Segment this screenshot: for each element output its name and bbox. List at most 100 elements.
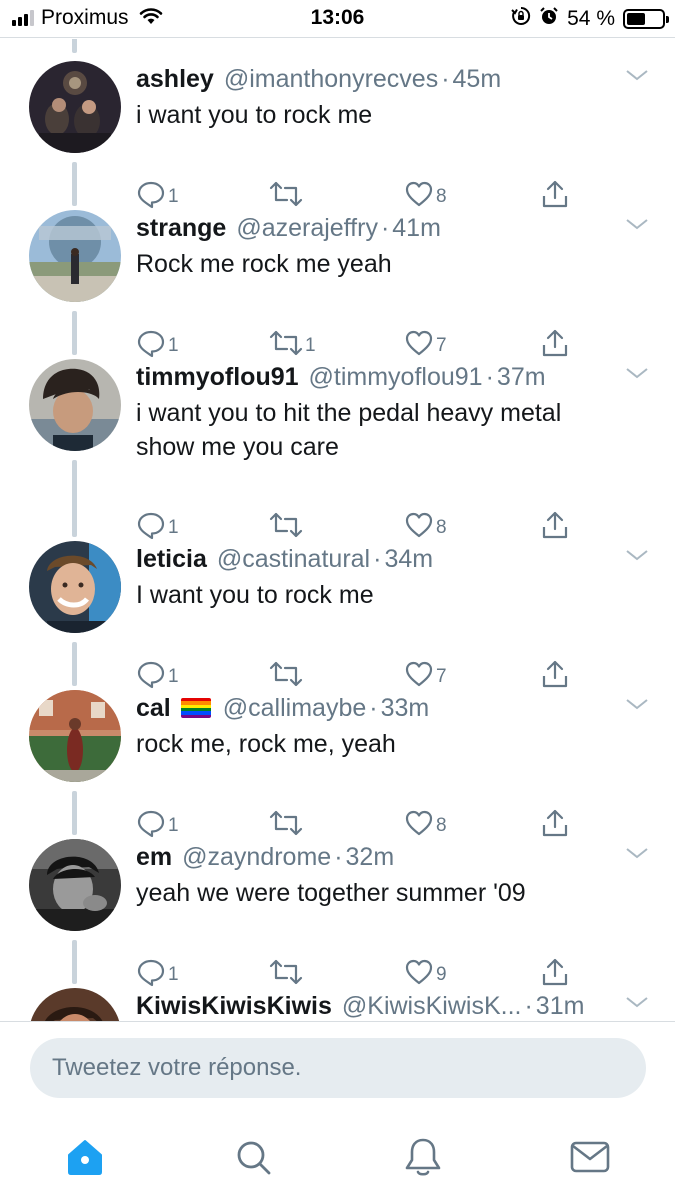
user-handle[interactable]: @imanthonyrecves	[224, 65, 438, 94]
tweet-text: i want you to hit the pedal heavy metal …	[136, 396, 636, 464]
user-name[interactable]: cal	[136, 694, 171, 723]
share-icon	[540, 510, 570, 545]
heart-icon	[404, 179, 434, 214]
avatar[interactable]	[29, 61, 121, 153]
chevron-down-icon[interactable]	[624, 696, 650, 717]
heart-icon	[404, 328, 434, 363]
share-button[interactable]	[540, 328, 570, 363]
share-icon	[540, 179, 570, 214]
user-handle[interactable]: @zayndrome	[182, 843, 331, 872]
reply-count: 1	[168, 516, 179, 538]
tab-messages[interactable]	[566, 1135, 614, 1183]
user-name[interactable]: timmyoflou91	[136, 363, 299, 392]
tweet-actions: 1 8	[136, 179, 576, 211]
share-icon	[540, 808, 570, 843]
share-button[interactable]	[540, 808, 570, 843]
notifications-icon	[403, 1136, 443, 1183]
chevron-down-icon[interactable]	[624, 994, 650, 1015]
avatar[interactable]	[29, 359, 121, 451]
chevron-down-icon[interactable]	[624, 845, 650, 866]
user-handle[interactable]: @timmyoflou91	[309, 363, 483, 392]
separator-dot: ·	[334, 842, 343, 871]
retweet-button[interactable]	[269, 179, 305, 214]
retweet-button[interactable]: 1	[269, 328, 316, 363]
retweet-button[interactable]	[269, 659, 305, 694]
tab-search[interactable]	[229, 1135, 277, 1183]
thread-line	[72, 791, 77, 835]
like-count: 8	[436, 516, 447, 538]
like-count: 7	[436, 665, 447, 687]
reply-button[interactable]: 1	[136, 957, 179, 992]
tweet-text: rock me, rock me, yeah	[136, 730, 396, 758]
retweet-button[interactable]	[269, 808, 305, 843]
avatar[interactable]	[29, 988, 121, 1021]
thread-line	[72, 39, 77, 53]
heart-icon	[404, 957, 434, 992]
reply-button[interactable]: 1	[136, 510, 179, 545]
reply-icon	[136, 659, 166, 694]
avatar[interactable]	[29, 541, 121, 633]
tweet-text: yeah we were together summer '09	[136, 879, 526, 907]
tab-bar	[0, 1117, 675, 1200]
thread-line	[72, 642, 77, 686]
like-button[interactable]: 8	[404, 808, 447, 843]
share-button[interactable]	[540, 179, 570, 214]
share-icon	[540, 957, 570, 992]
reply-button[interactable]: 1	[136, 179, 179, 214]
tweet-text: i want you to rock me	[136, 101, 373, 129]
like-button[interactable]: 7	[404, 659, 447, 694]
avatar[interactable]	[29, 210, 121, 302]
user-handle[interactable]: @castinatural	[217, 545, 370, 574]
user-handle[interactable]: @KiwisKiwisK...	[342, 992, 522, 1021]
share-button[interactable]	[540, 659, 570, 694]
tweet-actions: 1 1 7	[136, 328, 576, 360]
reply-button[interactable]: 1	[136, 808, 179, 843]
user-name[interactable]: KiwisKiwisKiwis	[136, 992, 332, 1021]
like-button[interactable]: 8	[404, 510, 447, 545]
tweet-body: cal @callimaybe · 33m rock me, rock me, …	[136, 690, 636, 761]
avatar[interactable]	[29, 839, 121, 931]
user-name[interactable]: leticia	[136, 545, 207, 574]
retweet-icon	[269, 328, 303, 363]
user-name[interactable]: ashley	[136, 65, 214, 94]
tweet-time: 45m	[452, 64, 502, 93]
avatar[interactable]	[29, 690, 121, 782]
retweet-button[interactable]	[269, 510, 305, 545]
alarm-icon	[539, 6, 559, 31]
retweet-icon	[269, 808, 303, 843]
user-name[interactable]: em	[136, 843, 172, 872]
user-name[interactable]: strange	[136, 214, 226, 243]
user-handle[interactable]: @azerajeffry	[236, 214, 378, 243]
retweet-icon	[269, 957, 303, 992]
user-handle[interactable]: @callimaybe	[223, 694, 366, 723]
separator-dot: ·	[485, 362, 494, 391]
reply-button[interactable]: 1	[136, 328, 179, 363]
tab-notifications[interactable]	[399, 1135, 447, 1183]
chevron-down-icon[interactable]	[624, 365, 650, 386]
reply-button[interactable]: 1	[136, 659, 179, 694]
reply-icon	[136, 179, 166, 214]
share-button[interactable]	[540, 957, 570, 992]
tweet-actions: 1 7	[136, 659, 576, 691]
reply-input[interactable]	[30, 1038, 646, 1098]
retweet-button[interactable]	[269, 957, 305, 992]
reply-icon	[136, 328, 166, 363]
like-button[interactable]: 7	[404, 328, 447, 363]
share-button[interactable]	[540, 510, 570, 545]
reply-icon	[136, 957, 166, 992]
search-icon	[233, 1137, 273, 1182]
tweet-header: timmyoflou91 @timmyoflou91 · 37m	[136, 359, 636, 395]
tweet-actions: 1 8	[136, 808, 576, 840]
like-button[interactable]: 8	[404, 179, 447, 214]
separator-dot: ·	[380, 213, 390, 242]
tweet-list: ashley @imanthonyrecves · 45m i want you…	[0, 39, 675, 1021]
chevron-down-icon[interactable]	[624, 547, 650, 568]
separator-dot: ·	[524, 991, 533, 1020]
chevron-down-icon[interactable]	[624, 67, 650, 88]
like-button[interactable]: 9	[404, 957, 447, 992]
tab-home[interactable]	[61, 1135, 109, 1183]
status-bar: Proximus 13:06 54 %	[0, 0, 675, 38]
heart-icon	[404, 510, 434, 545]
chevron-down-icon[interactable]	[624, 216, 650, 237]
tweet-text: Rock me rock me yeah	[136, 250, 392, 278]
